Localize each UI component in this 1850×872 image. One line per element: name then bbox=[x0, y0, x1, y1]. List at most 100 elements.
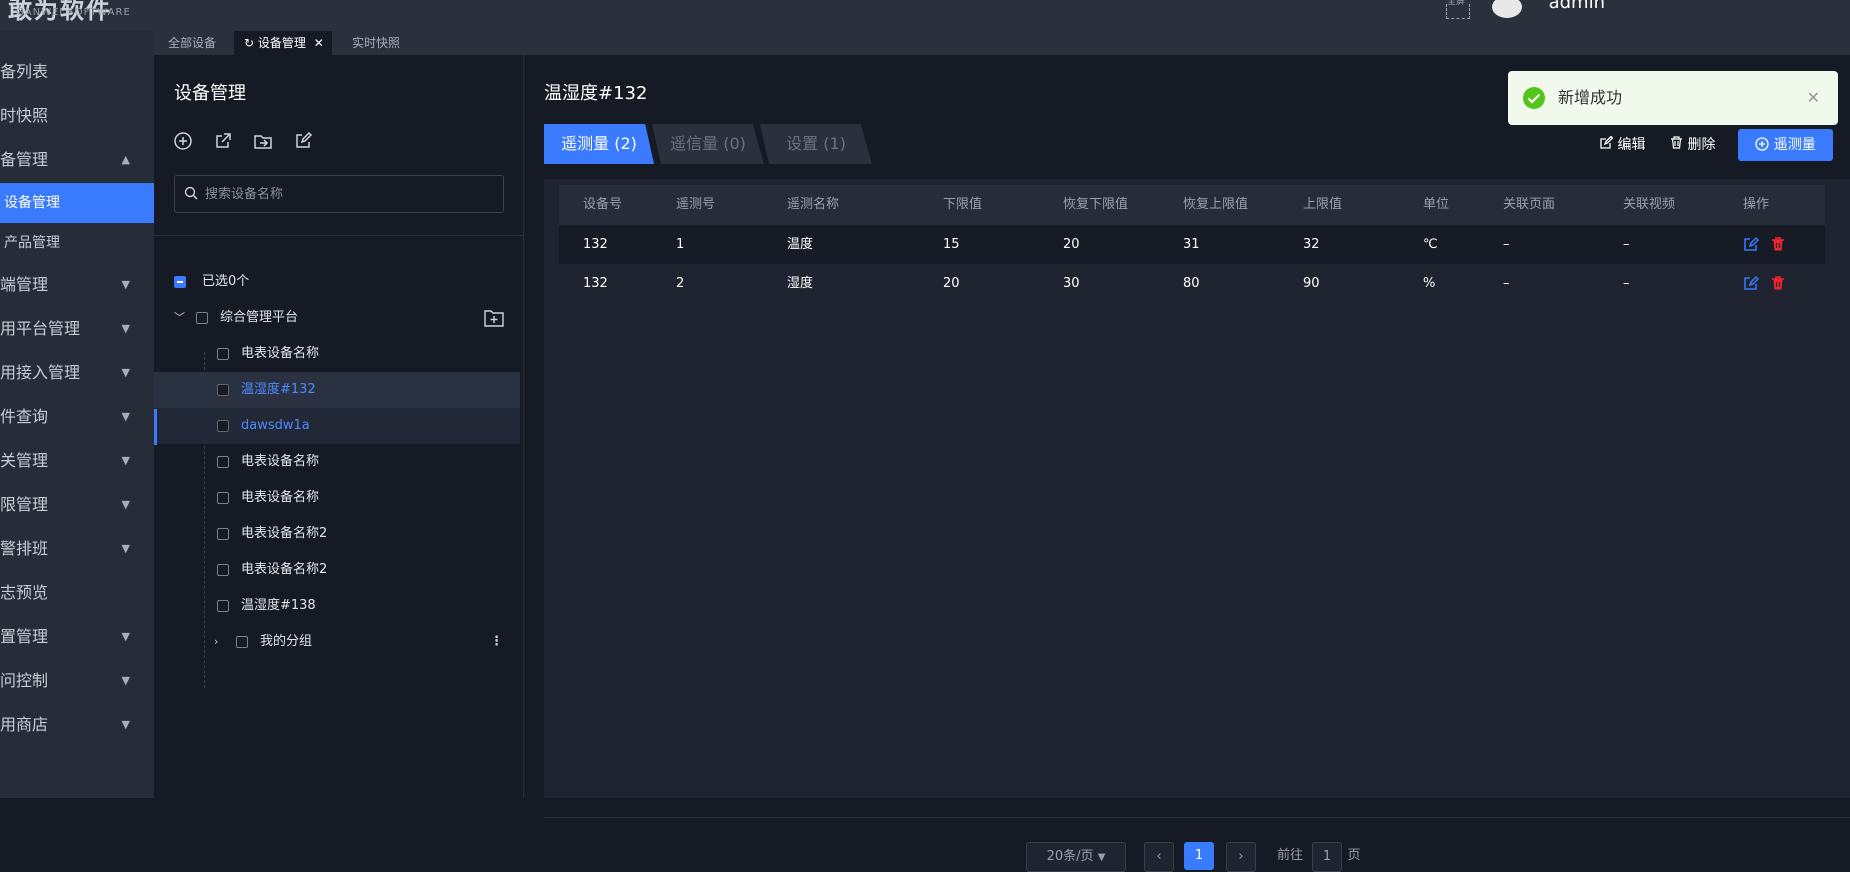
folder-move-icon[interactable] bbox=[253, 131, 273, 151]
tab-telesignal[interactable]: 遥信量 (0) bbox=[652, 124, 764, 164]
top-bar: 敢为软件 GANWEI SOFTWARE 全屏 admin bbox=[0, 0, 1850, 31]
logo-subtitle: GANWEI SOFTWARE bbox=[16, 7, 131, 18]
pagination-divider bbox=[544, 817, 1850, 818]
tree-checkbox[interactable] bbox=[217, 348, 229, 360]
add-telemetry-button[interactable]: 遥测量 bbox=[1738, 129, 1833, 161]
column-header: 下限值 bbox=[943, 197, 983, 212]
chevron-left-icon: ‹ bbox=[1156, 849, 1162, 864]
page-size-select[interactable]: 20条/页 ▼ bbox=[1026, 842, 1126, 872]
detail-panel: 温湿度#132 遥测量 (2) 遥信量 (0) 设置 (1) 编辑 删除 遥测量… bbox=[524, 55, 1850, 872]
tree-node-group[interactable]: › 我的分组 ⋮ bbox=[154, 624, 520, 660]
tree-checkbox[interactable] bbox=[196, 312, 208, 324]
sidebar-item-device-manage-group[interactable]: 设备管理▲ bbox=[0, 140, 154, 180]
sidebar-item-app-access[interactable]: 应用接入管理▼ bbox=[0, 353, 154, 393]
sidebar-item-app-platform[interactable]: 应用平台管理▼ bbox=[0, 309, 154, 349]
add-circle-icon bbox=[1755, 137, 1769, 151]
page-unit-label: 页 bbox=[1347, 848, 1361, 863]
tree-node[interactable]: 电表设备名称 bbox=[154, 444, 520, 480]
telemetry-table: 设备号 遥测号 遥测名称 下限值 恢复下限值 恢复上限值 上限值 单位 关联页面… bbox=[544, 179, 1850, 872]
tree-node[interactable]: dawsdw1a bbox=[154, 408, 520, 444]
tree-node-root[interactable]: ﹀ 综合管理平台 bbox=[154, 300, 520, 336]
sidebar-item-snapshot[interactable]: 实时快照 bbox=[0, 96, 154, 136]
row-edit-icon[interactable] bbox=[1743, 275, 1759, 291]
sidebar-item-device-manage[interactable]: 设备管理 bbox=[0, 183, 154, 223]
edit-icon bbox=[1600, 135, 1614, 149]
trash-icon bbox=[1671, 136, 1682, 149]
prev-page-button[interactable]: ‹ bbox=[1144, 842, 1174, 872]
sidebar-item-config[interactable]: 配置管理▼ bbox=[0, 617, 154, 657]
tree-node-selected[interactable]: 温湿度#132 bbox=[154, 372, 520, 408]
tab-telemetry[interactable]: 遥测量 (2) bbox=[544, 124, 654, 164]
column-header: 关联页面 bbox=[1503, 197, 1556, 212]
detail-title: 温湿度#132 bbox=[544, 83, 648, 104]
table-row: 132 1 温度 15 20 31 32 ℃ – – bbox=[559, 225, 1825, 264]
tree-checkbox[interactable] bbox=[217, 384, 229, 396]
close-icon[interactable]: ✕ bbox=[1807, 71, 1820, 125]
sidebar-item-access-control[interactable]: 访问控制▼ bbox=[0, 661, 154, 701]
row-delete-icon[interactable] bbox=[1770, 275, 1786, 291]
sidebar-item-log-preview[interactable]: 日志预览 bbox=[0, 573, 154, 613]
search-input[interactable] bbox=[174, 175, 504, 213]
tab-all-devices[interactable]: 全部设备 bbox=[158, 31, 226, 55]
add-circle-icon[interactable] bbox=[173, 131, 193, 151]
close-icon[interactable]: ✕ bbox=[314, 36, 324, 50]
column-header: 恢复上限值 bbox=[1183, 197, 1249, 212]
sidebar-item-device-list[interactable]: 设备列表 bbox=[0, 52, 154, 92]
sidebar-item-event-query[interactable]: 事件查询▼ bbox=[0, 397, 154, 437]
success-toast: 新增成功 ✕ bbox=[1508, 71, 1838, 125]
row-edit-icon[interactable] bbox=[1743, 236, 1759, 252]
tree-checkbox[interactable] bbox=[217, 456, 229, 468]
chevron-down-icon: ▼ bbox=[121, 630, 130, 643]
sidebar-item-app-store[interactable]: 应用商店▼ bbox=[0, 705, 154, 745]
avatar[interactable] bbox=[1490, 0, 1524, 20]
toast-message: 新增成功 bbox=[1558, 88, 1623, 107]
sidebar-item-alarm-schedule[interactable]: 报警排班▼ bbox=[0, 529, 154, 569]
tree-checkbox[interactable] bbox=[236, 636, 248, 648]
tree-checkbox[interactable] bbox=[217, 528, 229, 540]
chevron-down-icon: ▼ bbox=[121, 674, 130, 687]
tree-node[interactable]: 电表设备名称 bbox=[154, 480, 520, 516]
goto-page-input[interactable]: 1 bbox=[1312, 842, 1342, 872]
select-all-checkbox[interactable] bbox=[174, 276, 186, 288]
column-header: 设备号 bbox=[583, 197, 623, 212]
select-all-row[interactable]: 已选0个 bbox=[154, 264, 520, 300]
tree-checkbox[interactable] bbox=[217, 600, 229, 612]
column-header: 关联视频 bbox=[1623, 197, 1676, 212]
sidebar-item-terminal[interactable]: 终端管理▼ bbox=[0, 265, 154, 305]
tree-node[interactable]: 电表设备名称2 bbox=[154, 552, 520, 588]
tab-settings[interactable]: 设置 (1) bbox=[760, 124, 872, 164]
sidebar-item-permission[interactable]: 权限管理▼ bbox=[0, 485, 154, 525]
chevron-down-icon[interactable]: ﹀ bbox=[174, 300, 185, 336]
chevron-right-icon[interactable]: › bbox=[214, 624, 218, 660]
edit-button[interactable]: 编辑 bbox=[1600, 131, 1645, 159]
tree-checkbox[interactable] bbox=[217, 492, 229, 504]
more-vertical-icon[interactable]: ⋮ bbox=[490, 624, 503, 660]
add-folder-icon[interactable] bbox=[484, 309, 504, 327]
fullscreen-icon[interactable] bbox=[1446, 4, 1470, 19]
export-icon[interactable] bbox=[213, 131, 233, 151]
divider bbox=[154, 235, 523, 236]
column-header: 恢复下限值 bbox=[1063, 197, 1129, 212]
row-delete-icon[interactable] bbox=[1770, 236, 1786, 252]
chevron-right-icon: › bbox=[1238, 849, 1244, 864]
tab-device-manage[interactable]: ↻ 设备管理 ✕ bbox=[234, 31, 332, 55]
refresh-icon[interactable]: ↻ bbox=[244, 36, 254, 50]
sidebar-item-gateway[interactable]: 网关管理▼ bbox=[0, 441, 154, 481]
edit-icon[interactable] bbox=[293, 131, 313, 151]
tree-checkbox[interactable] bbox=[217, 564, 229, 576]
sidebar-item-product-manage[interactable]: 产品管理 bbox=[0, 223, 154, 263]
page-tabs: 全部设备 ↻ 设备管理 ✕ 实时快照 bbox=[154, 31, 1850, 55]
tree-node[interactable]: 电表设备名称2 bbox=[154, 516, 520, 552]
next-page-button[interactable]: › bbox=[1226, 842, 1256, 872]
tree-node[interactable]: 电表设备名称 bbox=[154, 336, 520, 372]
page-number[interactable]: 1 bbox=[1184, 842, 1214, 870]
column-header: 单位 bbox=[1423, 197, 1450, 212]
table-header: 设备号 遥测号 遥测名称 下限值 恢复下限值 恢复上限值 上限值 单位 关联页面… bbox=[559, 185, 1825, 225]
active-indicator bbox=[154, 409, 157, 445]
tree-node[interactable]: 温湿度#138 bbox=[154, 588, 520, 624]
user-name[interactable]: admin bbox=[1549, 0, 1605, 13]
chevron-down-icon: ▼ bbox=[121, 542, 130, 555]
delete-button[interactable]: 删除 bbox=[1670, 131, 1715, 159]
tree-checkbox[interactable] bbox=[217, 420, 229, 432]
tab-snapshot[interactable]: 实时快照 bbox=[342, 31, 410, 55]
